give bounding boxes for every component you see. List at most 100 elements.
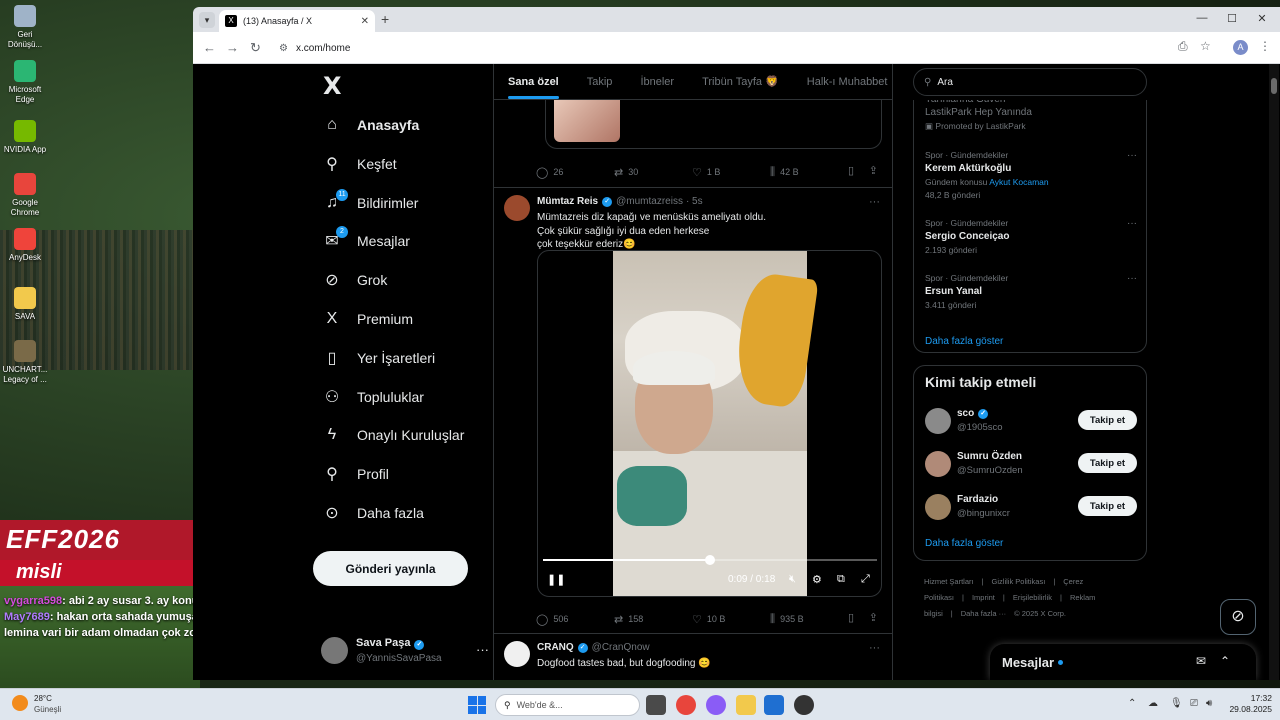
- scrollbar-thumb[interactable]: [1271, 78, 1277, 94]
- repost-button[interactable]: ⇄ 158: [614, 611, 692, 627]
- minimize-icon[interactable]: —: [1187, 12, 1217, 24]
- previous-tweet-media[interactable]: [545, 100, 882, 149]
- tab-list-2[interactable]: Tribün Tayfa 🦁: [688, 64, 793, 99]
- url-field[interactable]: ⚙ x.com/home: [279, 38, 1159, 58]
- share-icon[interactable]: ⇪: [869, 164, 878, 177]
- tab-search-chevron-icon[interactable]: ▾: [199, 12, 215, 28]
- weather-widget[interactable]: 28°C Güneşli: [10, 693, 70, 717]
- desktop-shortcut[interactable]: UNCHART... Legacy of ...: [2, 340, 48, 385]
- follow-suggestion[interactable]: sco ✓ @1905sco Takip et: [925, 406, 1137, 438]
- browser-menu-icon[interactable]: ⋮: [1259, 39, 1271, 53]
- bookmark-star-icon[interactable]: ☆: [1200, 39, 1211, 53]
- taskbar-search[interactable]: ⚲ Web'de &...: [495, 694, 640, 716]
- show-more-link[interactable]: Daha fazla göster: [925, 336, 1003, 347]
- video-player[interactable]: ❚❚ 0:09 / 0:18 🔇︎ ⚙ ⧉ ⤢: [537, 250, 882, 597]
- follow-button[interactable]: Takip et: [1078, 453, 1137, 473]
- nav-item-topluluklar[interactable]: ⚇ Topluluklar: [321, 382, 424, 412]
- tab-list-1[interactable]: İbneler: [626, 64, 688, 99]
- nav-item-grok[interactable]: ⊘ Grok: [321, 265, 387, 295]
- avatar[interactable]: [925, 451, 951, 477]
- avatar[interactable]: [504, 195, 530, 221]
- footer-link[interactable]: Daha fazla ···: [961, 609, 1006, 618]
- new-message-icon[interactable]: ✉: [1196, 654, 1206, 668]
- app-icon[interactable]: [794, 695, 814, 715]
- forward-arrow-icon[interactable]: →: [226, 40, 239, 55]
- views-button[interactable]: ⫼ 935 B: [770, 611, 848, 627]
- share-icon[interactable]: ⇪: [869, 611, 878, 624]
- account-switcher[interactable]: Sava Paşa ✓ @YannisSavaPasa ···: [321, 634, 491, 670]
- microphone-icon[interactable]: 🎙︎: [1170, 698, 1183, 709]
- nav-item-bildirimler[interactable]: ♫ 11 Bildirimler: [321, 188, 418, 218]
- maximize-icon[interactable]: ☐: [1217, 12, 1247, 25]
- mute-icon[interactable]: 🔇︎: [789, 573, 796, 586]
- desktop-shortcut[interactable]: Google Chrome: [2, 173, 48, 218]
- clock[interactable]: 17:32 29.08.2025: [1222, 693, 1272, 715]
- network-icon[interactable]: ⎚: [1190, 698, 1198, 709]
- pause-icon[interactable]: ❚❚: [547, 573, 565, 586]
- video-scrubber[interactable]: [705, 555, 715, 565]
- views-button[interactable]: ⫼ 42 B: [770, 164, 848, 180]
- like-button[interactable]: ♡ 10 B: [692, 611, 770, 627]
- footer-link[interactable]: Gizlilik Politikası: [992, 577, 1046, 586]
- promoted-trend[interactable]: Yarınlarına Güven LastikPark Hep Yanında…: [925, 100, 1137, 132]
- more-dots-icon[interactable]: ···: [476, 642, 489, 657]
- tab-for-you[interactable]: Sana özel: [494, 64, 573, 99]
- tweet-author-name[interactable]: Mümtaz Reis: [537, 196, 598, 207]
- nav-item-keşfet[interactable]: ⚲ Keşfet: [321, 149, 397, 179]
- profile-avatar[interactable]: A: [1233, 40, 1248, 55]
- desktop-shortcut[interactable]: Geri Dönüşü...: [2, 5, 48, 50]
- new-tab-icon[interactable]: +: [381, 11, 389, 27]
- tweet-image[interactable]: [554, 100, 620, 142]
- file-explorer-icon[interactable]: [736, 695, 756, 715]
- close-window-icon[interactable]: ✕: [1247, 12, 1277, 25]
- avatar[interactable]: [504, 641, 530, 667]
- search-input[interactable]: ⚲ Ara: [913, 68, 1147, 96]
- tab-following[interactable]: Takip: [573, 64, 627, 99]
- bookmark-icon[interactable]: ▯: [848, 164, 854, 177]
- like-button[interactable]: ♡ 1 B: [692, 164, 770, 180]
- more-dots-icon[interactable]: ···: [1127, 218, 1137, 229]
- tweet-author-handle[interactable]: @CranQnow: [592, 642, 650, 653]
- desktop-shortcut[interactable]: NVIDIA App: [2, 120, 48, 155]
- more-dots-icon[interactable]: ···: [1127, 150, 1137, 161]
- onedrive-icon[interactable]: ☁: [1148, 698, 1158, 709]
- footer-link[interactable]: Hizmet Şartları: [924, 577, 974, 586]
- tweet-time[interactable]: · 5s: [686, 196, 703, 207]
- nav-item-daha-fazla[interactable]: ⊙ Daha fazla: [321, 498, 424, 528]
- close-tab-icon[interactable]: ✕: [361, 16, 369, 27]
- more-dots-icon[interactable]: ···: [869, 196, 880, 208]
- nav-item-profil[interactable]: ⚲ Profil: [321, 459, 389, 489]
- footer-link[interactable]: © 2025 X Corp.: [1014, 609, 1066, 618]
- nav-item-mesajlar[interactable]: ✉ 2 Mesajlar: [321, 226, 410, 256]
- reload-icon[interactable]: ↻: [250, 40, 261, 56]
- repost-button[interactable]: ⇄ 30: [614, 164, 692, 180]
- nav-item-anasayfa[interactable]: ⌂ Anasayfa: [321, 110, 419, 140]
- x-logo-icon[interactable]: X: [323, 72, 342, 100]
- tray-chevron-icon[interactable]: ⌃: [1128, 698, 1136, 709]
- nav-item-yer-i-şaretleri[interactable]: ▯ Yer İşaretleri: [321, 343, 435, 373]
- tweet-author-name[interactable]: CRANQ: [537, 642, 574, 653]
- follow-suggestion[interactable]: Sumru Özden @SumruOzden Takip et: [925, 449, 1137, 481]
- show-more-link[interactable]: Daha fazla göster: [925, 538, 1003, 549]
- browser-tab[interactable]: X (13) Anasayfa / X ✕: [219, 10, 375, 32]
- avatar[interactable]: [925, 408, 951, 434]
- chrome-icon[interactable]: [676, 695, 696, 715]
- windows-start-icon[interactable]: [468, 696, 486, 714]
- desktop-shortcut[interactable]: Microsoft Edge: [2, 60, 48, 105]
- expand-up-icon[interactable]: ⌃: [1220, 654, 1230, 668]
- picture-in-picture-icon[interactable]: ⧉: [837, 573, 845, 586]
- task-view-icon[interactable]: [646, 695, 666, 715]
- follow-button[interactable]: Takip et: [1078, 410, 1137, 430]
- bookmark-icon[interactable]: ▯: [848, 611, 854, 624]
- back-arrow-icon[interactable]: ←: [203, 40, 216, 55]
- trend-context-link[interactable]: Aykut Kocaman: [989, 177, 1048, 187]
- more-dots-icon[interactable]: ···: [1127, 273, 1137, 284]
- footer-link[interactable]: Erişilebilirlik: [1013, 593, 1052, 602]
- footer-link[interactable]: Imprint: [972, 593, 995, 602]
- follow-button[interactable]: Takip et: [1078, 496, 1137, 516]
- reply-button[interactable]: ◯ 506: [536, 611, 614, 627]
- tweet-author-handle[interactable]: @mumtazreiss: [616, 196, 683, 207]
- avatar[interactable]: [925, 494, 951, 520]
- reply-button[interactable]: ◯ 26: [536, 164, 614, 180]
- nav-item-onaylı-kuruluşlar[interactable]: ϟ Onaylı Kuruluşlar: [321, 420, 465, 450]
